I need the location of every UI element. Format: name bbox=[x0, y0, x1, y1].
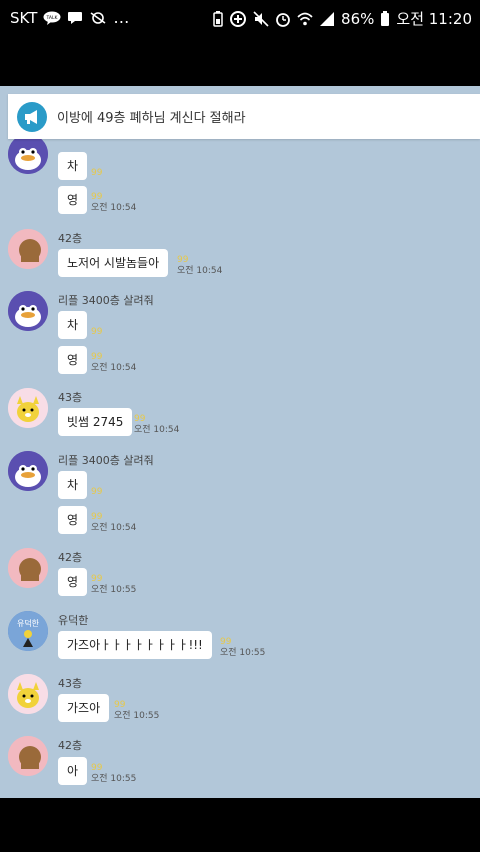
sender-name: 43층 bbox=[58, 677, 83, 690]
read-count: 99 bbox=[91, 763, 103, 773]
notice-banner[interactable]: 이방에 49층 폐하님 계신다 절해라 bbox=[8, 94, 480, 139]
message-bubble[interactable]: 가즈아ㅏㅏㅏㅏㅏㅏㅏㅏ!!! bbox=[58, 631, 212, 659]
sender-name: 42층 bbox=[58, 739, 83, 752]
chat-room[interactable]: 이방에 49층 폐하님 계신다 절해라 차 99 영 99 오전 10:54 42… bbox=[0, 86, 480, 798]
kakaotalk-icon: TALK bbox=[43, 11, 61, 25]
message-bubble[interactable]: 차 bbox=[58, 471, 88, 499]
bear-avatar[interactable] bbox=[8, 736, 48, 776]
message-time: 오전 10:54 bbox=[91, 363, 137, 373]
message-bubble[interactable]: 아 bbox=[58, 757, 88, 785]
muzi-avatar[interactable] bbox=[8, 674, 48, 714]
message-bubble[interactable]: 영 bbox=[58, 346, 88, 374]
read-count: 99 bbox=[91, 352, 103, 362]
read-count: 99 bbox=[91, 487, 103, 497]
message-meta: 99 오전 10:55 bbox=[114, 700, 159, 722]
message-meta: 99 오전 10:54 bbox=[91, 192, 136, 214]
mute-icon bbox=[253, 10, 269, 27]
read-count: 99 bbox=[177, 255, 189, 265]
read-count: 99 bbox=[114, 700, 126, 710]
clock: 오전 11:20 bbox=[396, 10, 472, 28]
message-time: 오전 10:55 bbox=[91, 585, 137, 595]
avatar-text: 유덕한 bbox=[17, 618, 40, 628]
carrier-label: SKT bbox=[10, 8, 38, 27]
message-meta: 99 bbox=[91, 168, 102, 179]
wifi-off-icon bbox=[89, 11, 107, 25]
message-meta: 99 오전 10:54 bbox=[177, 255, 222, 277]
status-bar: SKT TALK … 86% 오전 11:20 bbox=[0, 0, 480, 36]
message-icon bbox=[67, 11, 83, 25]
read-count: 99 bbox=[91, 192, 103, 202]
read-count: 99 bbox=[91, 574, 103, 584]
notice-text: 이방에 49층 폐하님 계신다 절해라 bbox=[57, 111, 246, 126]
sender-name: 43층 bbox=[58, 391, 83, 404]
alarm-icon bbox=[275, 11, 291, 27]
read-count: 99 bbox=[91, 512, 103, 522]
battery-percent: 86% bbox=[341, 9, 375, 28]
message-meta: 99 bbox=[91, 487, 102, 498]
app-top-area bbox=[0, 36, 480, 86]
message-time: 오전 10:54 bbox=[91, 523, 137, 533]
sender-name: 42층 bbox=[58, 232, 83, 245]
sender-name: 42층 bbox=[58, 551, 83, 564]
message-time: 오전 10:55 bbox=[114, 711, 160, 721]
message-meta: 99 오전 10:55 bbox=[91, 574, 136, 596]
message-meta: 99 bbox=[91, 327, 102, 338]
message-bubble[interactable]: 가즈아 bbox=[58, 694, 110, 722]
duck-avatar[interactable] bbox=[8, 291, 48, 331]
svg-text:TALK: TALK bbox=[46, 15, 59, 21]
read-count: 99 bbox=[134, 414, 146, 424]
message-bubble[interactable]: 영 bbox=[58, 506, 88, 534]
muzi-avatar[interactable] bbox=[8, 388, 48, 428]
read-count: 99 bbox=[91, 327, 103, 337]
sender-name: 리플 3400층 살려줘 bbox=[58, 454, 154, 467]
bear-avatar[interactable] bbox=[8, 229, 48, 269]
message-bubble[interactable]: 차 bbox=[58, 152, 88, 180]
read-count: 99 bbox=[220, 637, 232, 647]
wifi-icon bbox=[297, 11, 313, 27]
data-saver-icon bbox=[229, 10, 247, 28]
message-bubble[interactable]: 노저어 시발놈들아 bbox=[58, 249, 169, 277]
battery-saver-icon bbox=[213, 10, 223, 27]
status-left: SKT TALK … bbox=[10, 8, 129, 27]
duck-avatar[interactable] bbox=[8, 134, 48, 174]
message-time: 오전 10:54 bbox=[177, 266, 223, 276]
status-right: 86% 오전 11:20 bbox=[213, 8, 472, 29]
message-time: 오전 10:55 bbox=[220, 648, 266, 658]
message-meta: 99 오전 10:54 bbox=[134, 414, 179, 436]
message-meta: 99 오전 10:54 bbox=[91, 512, 136, 534]
duck-avatar[interactable] bbox=[8, 451, 48, 491]
message-bubble[interactable]: 영 bbox=[58, 568, 88, 596]
message-time: 오전 10:55 bbox=[91, 774, 137, 784]
bear-avatar[interactable] bbox=[8, 548, 48, 588]
more-notifications-icon: … bbox=[113, 8, 130, 27]
message-time: 오전 10:54 bbox=[134, 425, 180, 435]
message-meta: 99 오전 10:55 bbox=[220, 637, 265, 659]
message-time: 오전 10:54 bbox=[91, 203, 137, 213]
sender-name: 리플 3400층 살려줘 bbox=[58, 294, 154, 307]
user-avatar[interactable]: 유덕한 bbox=[8, 611, 48, 651]
sender-name: 유덕한 bbox=[58, 614, 89, 627]
message-meta: 99 오전 10:55 bbox=[91, 763, 136, 785]
signal-icon bbox=[319, 11, 335, 27]
megaphone-icon bbox=[17, 101, 47, 132]
message-bubble[interactable]: 빗썸 2745 bbox=[58, 408, 133, 436]
message-bubble[interactable]: 영 bbox=[58, 186, 88, 214]
read-count: 99 bbox=[91, 168, 103, 178]
bottom-bar bbox=[0, 798, 480, 852]
battery-icon bbox=[380, 10, 390, 27]
message-bubble[interactable]: 차 bbox=[58, 311, 88, 339]
message-meta: 99 오전 10:54 bbox=[91, 352, 136, 374]
